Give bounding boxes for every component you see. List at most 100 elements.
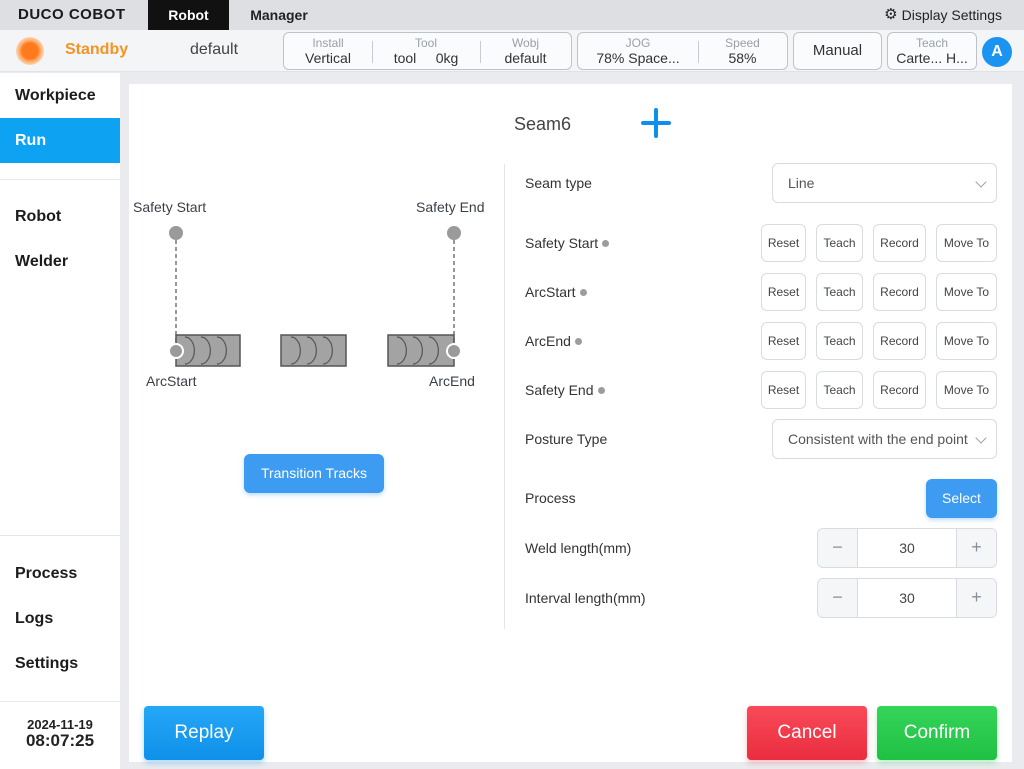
posture-type-label: Posture Type	[525, 431, 608, 447]
safety-start-reset-button[interactable]: Reset	[761, 224, 806, 262]
arc-start-teach-button[interactable]: Teach	[816, 273, 863, 311]
wobj-value: default	[504, 50, 547, 66]
robot-status-led-icon	[16, 37, 44, 65]
sidebar-divider	[0, 701, 120, 702]
sidebar-item-process[interactable]: Process	[0, 551, 120, 596]
jog-cell[interactable]: JOG 78% Space...	[578, 33, 698, 69]
sidebar-item-robot[interactable]: Robot	[0, 194, 120, 239]
safety-start-record-button[interactable]: Record	[873, 224, 926, 262]
weld-length-decrement-button[interactable]: −	[818, 529, 858, 567]
top-bar: DUCO COBOT Robot Manager ⚙ Display Setti…	[0, 0, 1024, 30]
tool-load: 0kg	[435, 50, 459, 66]
weld-length-stepper[interactable]: − 30 +	[817, 528, 997, 568]
arc-end-reset-button[interactable]: Reset	[761, 322, 806, 360]
safety-end-reset-button[interactable]: Reset	[761, 371, 806, 409]
safety-end-teach-button[interactable]: Teach	[816, 371, 863, 409]
safety-end-move-to-button[interactable]: Move To	[936, 371, 997, 409]
user-avatar[interactable]: A	[982, 37, 1012, 67]
teach-panel[interactable]: Teach Carte... H...	[887, 32, 977, 70]
seam-diagram: Safety Start Safety End ArcStart ArcEnd	[129, 194, 499, 394]
sidebar-item-logs[interactable]: Logs	[0, 596, 120, 641]
arc-end-move-to-button[interactable]: Move To	[936, 322, 997, 360]
safety-end-field-text: Safety End	[525, 382, 594, 398]
weld-length-label: Weld length(mm)	[525, 540, 632, 556]
process-select-button[interactable]: Select	[926, 479, 997, 518]
posture-type-value: Consistent with the end point	[788, 431, 968, 447]
panel-divider	[504, 164, 505, 629]
seam-type-select[interactable]: Line	[772, 163, 997, 203]
jog-speed-panel[interactable]: JOG 78% Space... Speed 58%	[577, 32, 788, 70]
status-dot-icon	[579, 288, 587, 296]
sidebar-item-workpiece[interactable]: Workpiece	[0, 73, 120, 118]
install-tool-wobj-panel[interactable]: Install Vertical Tool tool 0kg Wobj defa…	[283, 32, 572, 70]
gear-icon: ⚙	[884, 6, 898, 23]
arc-start-record-button[interactable]: Record	[873, 273, 926, 311]
safety-end-record-button[interactable]: Record	[873, 371, 926, 409]
seam-title: Seam6	[514, 114, 572, 134]
transition-tracks-button[interactable]: Transition Tracks	[244, 454, 384, 493]
safety-start-teach-button[interactable]: Teach	[816, 224, 863, 262]
safety-start-move-to-button[interactable]: Move To	[936, 224, 997, 262]
interval-length-decrement-button[interactable]: −	[818, 579, 858, 617]
chevron-down-icon	[975, 176, 987, 188]
wobj-cell[interactable]: Wobj default	[480, 33, 571, 69]
arc-end-record-button[interactable]: Record	[873, 322, 926, 360]
sidebar-item-welder[interactable]: Welder	[0, 239, 120, 284]
interval-length-input[interactable]: 30	[858, 579, 956, 617]
arc-start-move-to-button[interactable]: Move To	[936, 273, 997, 311]
arc-start-point	[168, 343, 184, 359]
duco-cobot-logo: DUCO COBOT	[18, 6, 126, 23]
sidebar: Workpiece Run Robot Welder Process Logs …	[0, 73, 120, 769]
add-seam-plus-icon[interactable]	[639, 106, 673, 140]
chevron-down-icon	[975, 432, 987, 444]
tool-caption: Tool	[414, 36, 437, 50]
speed-value: 58%	[728, 50, 757, 66]
arc-start-field-label: ArcStart	[525, 284, 587, 300]
weld-length-input[interactable]: 30	[858, 529, 956, 567]
sidebar-item-run[interactable]: Run	[0, 118, 120, 163]
seam-type-label: Seam type	[525, 175, 592, 191]
tab-robot[interactable]: Robot	[148, 0, 229, 30]
current-time: 08:07:25	[25, 731, 95, 750]
arc-end-point	[446, 343, 462, 359]
project-name: default	[190, 41, 239, 58]
seam-type-value: Line	[788, 175, 815, 191]
weld-segment-start	[175, 334, 241, 367]
jog-caption: JOG	[625, 36, 651, 50]
arc-start-reset-button[interactable]: Reset	[761, 273, 806, 311]
status-dot-icon	[602, 239, 610, 247]
replay-button[interactable]: Replay	[144, 706, 264, 760]
posture-type-select[interactable]: Consistent with the end point	[772, 419, 997, 459]
sidebar-item-settings[interactable]: Settings	[0, 641, 120, 686]
safety-start-field-label: Safety Start	[525, 235, 610, 251]
arc-end-label: ArcEnd	[429, 373, 475, 389]
arc-end-field-label: ArcEnd	[525, 333, 582, 349]
seam-edit-panel: Seam6 Safety Start Safety End ArcStart A…	[129, 84, 1012, 762]
interval-length-increment-button[interactable]: +	[956, 579, 996, 617]
confirm-button[interactable]: Confirm	[877, 706, 997, 760]
arc-start-label: ArcStart	[146, 373, 197, 389]
wobj-caption: Wobj	[511, 36, 540, 50]
arc-end-field-text: ArcEnd	[525, 333, 571, 349]
tool-cell[interactable]: Tool tool 0kg	[372, 33, 480, 69]
safety-end-field-label: Safety End	[525, 382, 605, 398]
arc-start-field-text: ArcStart	[525, 284, 576, 300]
weld-segment-end	[387, 334, 455, 367]
install-cell[interactable]: Install Vertical	[284, 33, 372, 69]
speed-cell[interactable]: Speed 58%	[698, 33, 787, 69]
teach-cell[interactable]: Teach Carte... H...	[888, 33, 976, 69]
cancel-button[interactable]: Cancel	[747, 706, 867, 760]
tab-manager[interactable]: Manager	[229, 0, 329, 30]
safety-start-field-text: Safety Start	[525, 235, 599, 251]
status-dot-icon	[597, 386, 605, 394]
interval-length-stepper[interactable]: − 30 +	[817, 578, 997, 618]
manual-mode-button[interactable]: Manual	[793, 32, 882, 70]
current-date: 2024-11-19	[27, 717, 93, 732]
arc-end-teach-button[interactable]: Teach	[816, 322, 863, 360]
sidebar-divider	[0, 179, 120, 180]
weld-length-increment-button[interactable]: +	[956, 529, 996, 567]
status-bar: Standby default Install Vertical Tool to…	[0, 30, 1024, 72]
interval-length-label: Interval length(mm)	[525, 590, 646, 606]
weld-segment-middle	[280, 334, 347, 367]
display-settings-button[interactable]: ⚙ Display Settings	[884, 7, 1002, 23]
